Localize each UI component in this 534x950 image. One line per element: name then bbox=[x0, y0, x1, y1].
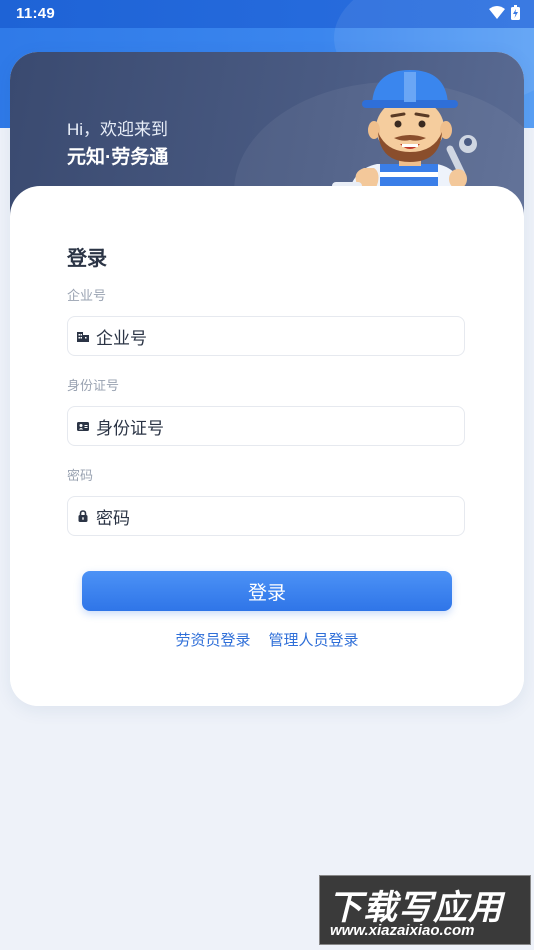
greeting-text: Hi，欢迎来到 bbox=[67, 120, 169, 139]
id-card-icon bbox=[76, 419, 90, 433]
watermark-logo: 下载写应用 www.xiazaixiao.com bbox=[319, 875, 531, 945]
password-field[interactable]: 密码 bbox=[67, 496, 465, 536]
enterprise-label: 企业号 bbox=[67, 288, 107, 303]
status-time: 11:49 bbox=[16, 5, 56, 22]
building-icon bbox=[76, 329, 90, 343]
login-card: Hi，欢迎来到 元知·劳务通 登录 企业号 企业号 身份证号 身份证号 密码 密… bbox=[10, 52, 524, 706]
login-title: 登录 bbox=[67, 248, 107, 270]
watermark-url: www.xiazaixiao.com bbox=[330, 922, 475, 939]
alt-login-links: 劳资员登录 管理人员登录 bbox=[10, 629, 524, 650]
id-card-field[interactable]: 身份证号 bbox=[67, 406, 465, 446]
password-placeholder: 密码 bbox=[96, 508, 130, 528]
enterprise-placeholder: 企业号 bbox=[96, 328, 147, 348]
worker-illustration bbox=[332, 70, 477, 199]
worker-login-link[interactable]: 劳资员登录 bbox=[175, 629, 250, 650]
id-card-label: 身份证号 bbox=[67, 378, 120, 393]
login-button[interactable]: 登录 bbox=[82, 571, 452, 611]
app-name: 元知·劳务通 bbox=[67, 147, 169, 168]
lock-icon bbox=[76, 509, 90, 523]
password-label: 密码 bbox=[67, 468, 94, 483]
admin-login-link[interactable]: 管理人员登录 bbox=[269, 629, 359, 650]
enterprise-field[interactable]: 企业号 bbox=[67, 316, 465, 356]
id-card-placeholder: 身份证号 bbox=[96, 418, 164, 438]
